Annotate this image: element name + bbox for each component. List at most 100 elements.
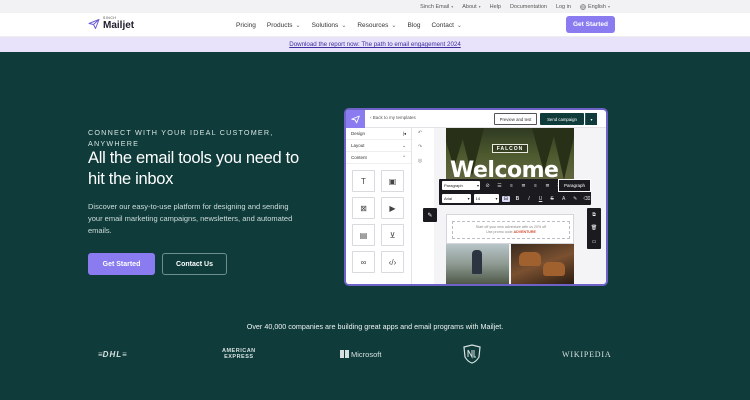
text-block-icon[interactable]: T	[352, 170, 375, 192]
chevron-up-icon: ⌃	[402, 154, 406, 160]
utility-bar: Sinch Email ▾ About ▾ Help Documentation L…	[0, 0, 750, 13]
nav-products[interactable]: Products ⌄	[267, 22, 301, 29]
table-block-icon[interactable]: ▤	[352, 224, 375, 246]
format-icon[interactable]: ⊟	[501, 195, 511, 202]
paper-plane-icon	[88, 18, 100, 29]
boots-image	[511, 244, 574, 284]
dhl-logo: ≡ DHL ≡	[98, 349, 128, 359]
hero-get-started-button[interactable]: Get Started	[88, 253, 155, 275]
underline-icon[interactable]: U	[536, 196, 545, 202]
nav-resources[interactable]: Resources ⌄	[357, 22, 396, 29]
chevron-down-icon: ▾	[495, 196, 498, 201]
send-dropdown-button[interactable]: ▾	[585, 113, 597, 125]
nav-pricing[interactable]: Pricing	[236, 22, 256, 29]
copy-icon[interactable]: ▭	[592, 239, 597, 245]
topbar-help[interactable]: Help	[490, 4, 501, 10]
font-family-select[interactable]: Arial ▾	[442, 194, 471, 203]
align-center-icon[interactable]: ≡	[531, 183, 540, 189]
main-nav: SINCH Mailjet Pricing Products ⌄ Solution…	[0, 13, 750, 37]
chevron-down-icon: ⌄	[402, 142, 406, 148]
align-left-icon[interactable]: ≣	[519, 183, 528, 189]
chevron-down-icon: ⌄	[391, 22, 397, 29]
sidebar-content[interactable]: Content ⌃	[346, 152, 411, 164]
numbered-list-icon[interactable]: ≡	[507, 183, 516, 189]
clear-format-icon[interactable]: ⌫	[582, 196, 591, 202]
microsoft-logo: Microsoft	[340, 340, 381, 368]
duplicate-icon[interactable]: ⧉	[592, 212, 596, 218]
collapse-icon: |◂	[402, 130, 406, 136]
nav-blog[interactable]: Blog	[407, 22, 420, 29]
chevron-down-icon: ⌄	[295, 22, 301, 29]
chevron-down-icon: ⌄	[341, 22, 347, 29]
strikethrough-icon[interactable]: S	[548, 196, 557, 202]
block-actions: ⧉ 🗑 ▭	[587, 208, 601, 249]
send-campaign-button[interactable]: Send campaign	[540, 113, 584, 125]
wikipedia-logo: WIKIPEDIA	[562, 349, 612, 359]
nav-menu: Pricing Products ⌄ Solutions ⌄ Resources ⌄ …	[236, 13, 462, 37]
chevron-down-icon: ▾	[451, 4, 454, 9]
delete-icon[interactable]: 🗑	[591, 225, 597, 231]
topbar-about[interactable]: About ▾	[462, 4, 480, 10]
html-block-icon[interactable]: ‹/›	[381, 251, 404, 273]
topbar-sinch-email[interactable]: Sinch Email ▾	[420, 4, 453, 10]
editor-logo	[346, 110, 365, 128]
nav-contact[interactable]: Contact ⌄	[431, 22, 461, 29]
text-block[interactable]: Start off your new adventure with us 20%…	[446, 214, 574, 244]
text-color-icon[interactable]: A	[559, 196, 568, 202]
paper-plane-icon	[351, 115, 360, 123]
back-to-templates-link[interactable]: ‹ Back to my templates	[370, 115, 416, 120]
topbar-log-in[interactable]: Log in	[556, 4, 571, 10]
editor-toolbar: ‹ Back to my templates Preview and test …	[346, 110, 606, 128]
nav-get-started-button[interactable]: Get Started	[566, 16, 615, 33]
hero-headline: All the email tools you need to hit the …	[88, 149, 299, 188]
image-text-block-icon[interactable]: ▣	[381, 170, 404, 192]
divider-block-icon[interactable]: ⊻	[381, 224, 404, 246]
bold-icon[interactable]: B	[513, 196, 522, 202]
redo-icon[interactable]: ↷	[418, 144, 422, 150]
brand-name: FALCON	[492, 144, 528, 153]
nhl-shield-icon	[463, 344, 481, 364]
editor-sidebar: Design |◂ Layout ⌄ Content ⌃ T ▣ ⊠ ▶ ▤ ⊻ ∞ …	[346, 128, 412, 284]
topbar-language[interactable]: English ▾	[580, 4, 610, 10]
content-blocks: T ▣ ⊠ ▶ ▤ ⊻ ∞ ‹/›	[352, 170, 404, 273]
hero-description: Discover our easy-to-use platform for de…	[88, 202, 293, 235]
chevron-down-icon: ▾	[607, 4, 610, 9]
video-block-icon[interactable]: ▶	[381, 197, 404, 219]
mailjet-logo[interactable]: SINCH Mailjet	[88, 16, 135, 31]
social-block-icon[interactable]: ∞	[352, 251, 375, 273]
customer-logos: ≡ DHL ≡ AMERICAN EXPRESS Microsoft WIKIPED…	[0, 340, 750, 368]
hiker-image	[446, 244, 509, 284]
hero-contact-us-button[interactable]: Contact Us	[162, 253, 227, 275]
paragraph-tooltip: Paragraph	[558, 179, 591, 192]
sidebar-design[interactable]: Design |◂	[346, 128, 411, 140]
paragraph-style-select[interactable]: Paragraph ▾	[442, 181, 480, 190]
link-icon[interactable]: ⊘	[483, 183, 492, 189]
chevron-down-icon: ▾	[476, 183, 479, 188]
preview-eye-icon[interactable]: ◎	[418, 158, 422, 164]
edit-pen-icon[interactable]: ✎	[423, 208, 437, 222]
align-right-icon[interactable]: ≣	[543, 183, 552, 189]
history-tools: ↶ ↷ ◎	[414, 130, 426, 164]
nhl-logo	[463, 340, 481, 368]
undo-icon[interactable]: ↶	[418, 130, 422, 136]
trust-headline: Over 40,000 companies are building great…	[246, 322, 504, 331]
topbar-documentation[interactable]: Documentation	[510, 4, 547, 10]
highlight-icon[interactable]: ✎	[571, 196, 580, 202]
chevron-down-icon: ▾	[467, 196, 470, 201]
image-block-icon[interactable]: ⊠	[352, 197, 375, 219]
sidebar-layout[interactable]: Layout ⌄	[346, 140, 411, 152]
announcement-banner: Download the report now: The path to ema…	[0, 37, 750, 52]
logo-main: Mailjet	[103, 19, 135, 31]
globe-icon	[580, 3, 586, 10]
font-size-select[interactable]: 14 ▾	[473, 194, 499, 203]
italic-icon[interactable]: I	[525, 196, 534, 202]
chevron-down-icon: ▾	[590, 116, 593, 122]
chevron-down-icon: ▾	[478, 4, 481, 9]
nav-solutions[interactable]: Solutions ⌄	[312, 22, 347, 29]
report-download-link[interactable]: Download the report now: The path to ema…	[289, 41, 461, 48]
preview-and-test-button[interactable]: Preview and test	[494, 113, 537, 125]
bullet-list-icon[interactable]: ☰	[495, 183, 504, 189]
email-canvas: FALCON Welcome Start off your new advent…	[434, 128, 606, 284]
chevron-down-icon: ⌄	[456, 22, 462, 29]
selected-text[interactable]: Start off your new adventure with us 20%…	[452, 221, 570, 239]
